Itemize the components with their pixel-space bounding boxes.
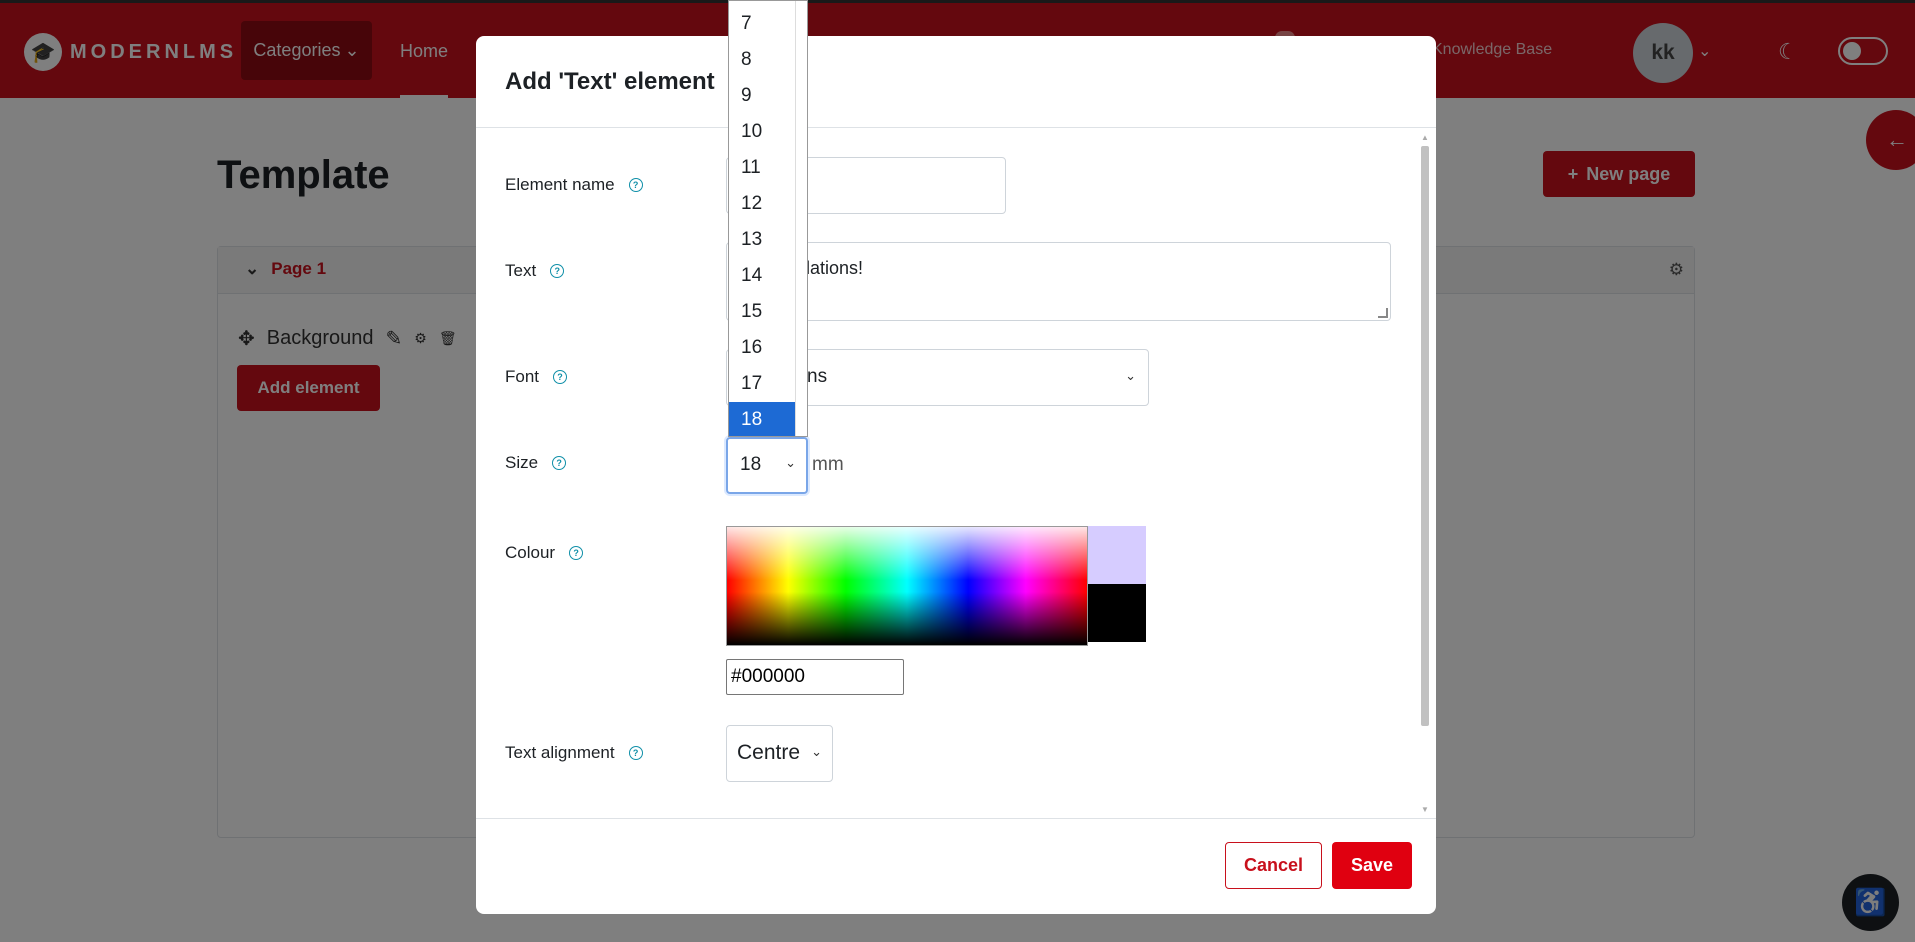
colour-hover-preview <box>1088 526 1146 584</box>
colour-hex-input[interactable] <box>726 659 904 695</box>
size-option[interactable]: 8 <box>729 42 796 78</box>
size-option[interactable]: 7 <box>729 6 796 42</box>
modal-title: Add 'Text' element <box>505 68 715 95</box>
dropdown-scrollbar[interactable] <box>795 1 807 436</box>
modal-header: Add 'Text' element <box>476 36 1436 128</box>
size-label: Size <box>505 453 539 472</box>
text-alignment-value: Centre <box>737 741 801 764</box>
size-option[interactable]: 15 <box>729 294 796 330</box>
size-option[interactable]: 13 <box>729 222 796 258</box>
help-icon[interactable]: ? <box>628 178 643 192</box>
help-icon[interactable]: ? <box>552 456 567 470</box>
size-select[interactable]: 18 ⌄ <box>726 437 808 494</box>
chevron-down-icon: ⌄ <box>811 744 822 759</box>
help-icon[interactable]: ? <box>550 264 565 278</box>
scroll-up-arrow-icon[interactable]: ▲ <box>1421 134 1429 142</box>
add-text-element-dialog: Add 'Text' element Element name ? Text ?… <box>476 36 1436 914</box>
text-label: Text <box>505 261 537 280</box>
text-alignment-select[interactable]: Centre ⌄ <box>726 725 833 782</box>
size-option[interactable]: 9 <box>729 78 796 114</box>
colour-picker-spectrum[interactable] <box>726 526 1088 646</box>
size-option[interactable]: 14 <box>729 258 796 294</box>
help-icon[interactable]: ? <box>553 370 568 384</box>
colour-label: Colour <box>505 543 556 562</box>
font-label-row: Font ? <box>505 367 568 387</box>
help-icon[interactable]: ? <box>569 546 584 560</box>
scroll-down-arrow-icon[interactable]: ▼ <box>1421 806 1429 814</box>
text-textarea[interactable]: tulations! <box>726 242 1391 321</box>
colour-current-swatch <box>1088 584 1146 642</box>
modal-body <box>476 128 1436 818</box>
font-label: Font <box>505 367 540 386</box>
size-label-row: Size ? <box>505 453 567 473</box>
size-option[interactable]: 11 <box>729 150 796 186</box>
chevron-down-icon: ⌄ <box>785 455 796 470</box>
modal-scrollbar[interactable]: ▲ ▼ <box>1420 134 1430 814</box>
chevron-down-icon: ⌄ <box>1125 368 1136 383</box>
text-label-row: Text ? <box>505 261 565 281</box>
text-alignment-label: Text alignment <box>505 743 615 762</box>
size-unit: mm <box>812 454 844 475</box>
size-option[interactable]: 12 <box>729 186 796 222</box>
size-option-selected[interactable]: 18 <box>729 402 796 436</box>
cancel-button[interactable]: Cancel <box>1225 842 1322 889</box>
text-alignment-label-row: Text alignment ? <box>505 743 643 763</box>
resize-handle-icon[interactable] <box>1378 308 1388 318</box>
save-button[interactable]: Save <box>1332 842 1412 889</box>
size-value: 18 <box>740 454 762 475</box>
size-option[interactable]: 10 <box>729 114 796 150</box>
colour-label-row: Colour ? <box>505 543 584 563</box>
size-option[interactable]: 16 <box>729 330 796 366</box>
help-icon[interactable]: ? <box>628 746 643 760</box>
element-name-label: Element name <box>505 175 615 194</box>
scroll-thumb[interactable] <box>1421 146 1429 726</box>
size-dropdown-list[interactable]: 7 8 9 10 11 12 13 14 15 16 17 18 <box>728 0 808 437</box>
size-option[interactable]: 17 <box>729 366 796 402</box>
element-name-label-row: Element name ? <box>505 175 643 195</box>
